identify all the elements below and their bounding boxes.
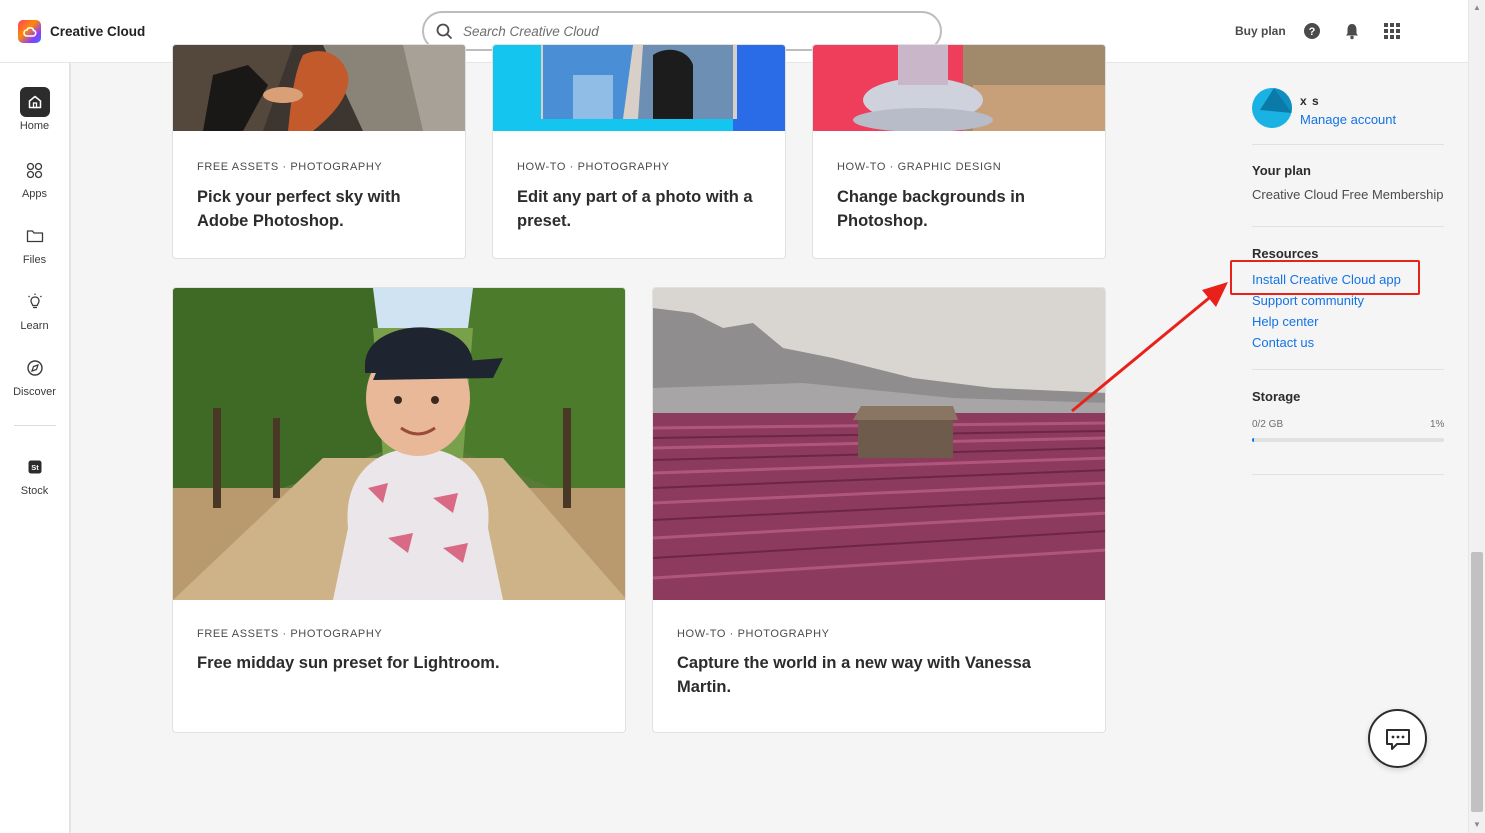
creative-cloud-logo-icon [18, 20, 41, 43]
search-input[interactable] [463, 23, 903, 39]
card-image-sky [173, 45, 465, 131]
learn-card[interactable]: HOW-TO · PHOTOGRAPHY Edit any part of a … [492, 44, 786, 259]
card-category: FREE ASSETS · PHOTOGRAPHY [197, 628, 383, 640]
contact-us-link[interactable]: Contact us [1252, 335, 1314, 350]
chat-button[interactable] [1368, 709, 1427, 768]
stock-icon: St [20, 452, 50, 482]
apps-grid-icon[interactable] [1383, 22, 1401, 40]
nav-home[interactable]: Home [0, 87, 69, 132]
learn-card[interactable]: HOW-TO · GRAPHIC DESIGN Change backgroun… [812, 44, 1106, 259]
app-title: Creative Cloud [50, 24, 146, 39]
home-icon [19, 87, 50, 117]
card-title: Edit any part of a photo with a preset. [517, 188, 753, 230]
bell-icon[interactable] [1343, 22, 1361, 40]
nav-label-discover: Discover [13, 386, 56, 398]
card-category: FREE ASSETS · PHOTOGRAPHY [197, 161, 383, 173]
nav-discover[interactable]: Discover [0, 353, 69, 398]
card-category: HOW-TO · GRAPHIC DESIGN [837, 161, 1002, 173]
learn-card[interactable]: FREE ASSETS · PHOTOGRAPHY Pick your perf… [172, 44, 466, 259]
storage-percent: 1% [1430, 419, 1445, 430]
scrollbar[interactable]: ▲ ▼ [1468, 0, 1485, 833]
nav-label-apps: Apps [21, 188, 48, 200]
folder-icon [20, 221, 50, 251]
chat-icon [1385, 728, 1410, 750]
install-creative-cloud-app-link[interactable]: Install Creative Cloud app [1252, 272, 1401, 287]
divider [1252, 226, 1444, 227]
card-image-boy-orchard [173, 288, 625, 600]
nav-learn[interactable]: Learn [0, 287, 69, 332]
apps-icon [20, 155, 50, 185]
plan-heading: Your plan [1252, 163, 1311, 178]
scroll-thumb[interactable] [1471, 552, 1483, 812]
search-icon [436, 23, 453, 39]
learn-card[interactable]: FREE ASSETS · PHOTOGRAPHY Free midday su… [172, 287, 626, 733]
nav-label-learn: Learn [20, 320, 49, 332]
nav-label-files: Files [22, 254, 47, 266]
help-center-link[interactable]: Help center [1252, 314, 1318, 329]
svg-text:St: St [31, 463, 39, 472]
nav-stock[interactable]: St Stock [0, 452, 69, 497]
card-title: Pick your perfect sky with Adobe Photosh… [197, 188, 401, 230]
nav-label-home: Home [19, 120, 50, 132]
nav-apps[interactable]: Apps [0, 155, 69, 200]
help-icon[interactable]: ? [1303, 22, 1321, 40]
scroll-down-arrow-icon[interactable]: ▼ [1473, 820, 1481, 829]
divider [1252, 144, 1444, 145]
account-name: x s [1300, 94, 1320, 108]
svg-text:?: ? [1309, 26, 1316, 38]
resources-heading: Resources [1252, 246, 1319, 261]
nav-files[interactable]: Files [0, 221, 69, 266]
card-image-preset [493, 45, 785, 131]
card-category: HOW-TO · PHOTOGRAPHY [677, 628, 830, 640]
card-image-backgrounds [813, 45, 1105, 131]
storage-heading: Storage [1252, 389, 1301, 404]
nav-label-stock: Stock [20, 485, 49, 497]
card-title: Capture the world in a new way with Vane… [677, 654, 1031, 696]
storage-used: 0/2 GB [1252, 419, 1284, 430]
compass-icon [20, 353, 50, 383]
card-title: Change backgrounds in Photoshop. [837, 188, 1025, 230]
card-title: Free midday sun preset for Lightroom. [197, 654, 500, 672]
support-community-link[interactable]: Support community [1252, 293, 1364, 308]
card-image-lavender-field [653, 288, 1105, 600]
avatar[interactable] [1252, 88, 1292, 128]
storage-meter [1252, 438, 1444, 442]
storage-meter-fill [1252, 438, 1254, 442]
lightbulb-icon [20, 287, 50, 317]
buy-plan-button[interactable]: Buy plan [1235, 24, 1286, 38]
divider [1252, 474, 1444, 475]
left-nav: Home Apps Files Learn Discover St Stock [0, 63, 71, 833]
scroll-up-arrow-icon[interactable]: ▲ [1473, 3, 1481, 12]
plan-name: Creative Cloud Free Membership [1252, 187, 1444, 202]
divider [1252, 369, 1444, 370]
nav-divider [14, 425, 56, 426]
brand[interactable]: Creative Cloud [18, 20, 145, 43]
learn-card[interactable]: HOW-TO · PHOTOGRAPHY Capture the world i… [652, 287, 1106, 733]
manage-account-link[interactable]: Manage account [1300, 112, 1396, 127]
card-category: HOW-TO · PHOTOGRAPHY [517, 161, 670, 173]
